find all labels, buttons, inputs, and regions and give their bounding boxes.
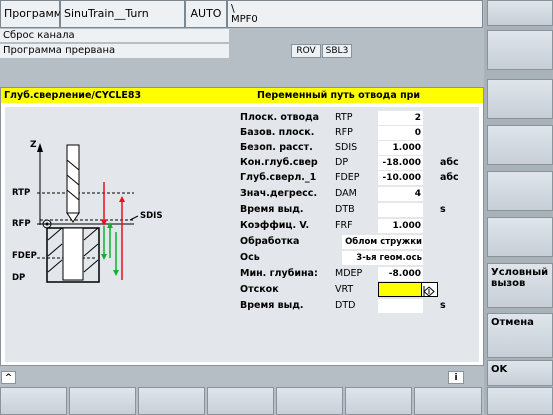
param-abbr: DTB xyxy=(335,204,355,215)
param-abbr: FDEP xyxy=(335,172,360,183)
status-line-2: Программа прервана xyxy=(0,44,229,58)
param-abbr: VRT xyxy=(335,284,354,295)
dam-input[interactable]: 4 xyxy=(378,187,423,201)
program-path: \ MPF0 xyxy=(227,0,483,28)
dtb-input[interactable] xyxy=(378,203,423,217)
frf-input[interactable]: 1.000 xyxy=(378,219,423,233)
param-row-axis: Ось 3-ья геом.ось xyxy=(0,249,482,266)
rtp-input[interactable]: 2 xyxy=(378,111,423,125)
vertical-softkey-6[interactable] xyxy=(487,217,553,257)
param-unit: s xyxy=(440,204,446,215)
vertical-softkey-1[interactable] xyxy=(487,0,553,26)
conditional-call-button[interactable]: Условный вызов xyxy=(487,263,553,308)
param-row-fdep: Глуб.сверл._1 FDEP -10.000 абс xyxy=(0,169,482,186)
param-row-machining: Обработка Облом стружки xyxy=(0,233,482,250)
fdep-input[interactable]: -10.000 xyxy=(378,171,423,185)
param-label: Обработка xyxy=(240,236,300,247)
horizontal-softkey-2[interactable] xyxy=(69,387,136,415)
param-label: Время выд. xyxy=(240,204,304,215)
cancel-button[interactable]: Отмена xyxy=(487,313,553,358)
param-abbr: MDEP xyxy=(335,268,363,279)
axis-select[interactable]: 3-ья геом.ось xyxy=(342,251,423,265)
param-row-dtd: Время выд. DTD s xyxy=(0,297,482,314)
dialog-title-bar: Глуб.сверление/CYCLE83 Переменный путь о… xyxy=(1,88,483,116)
horizontal-softkey-8[interactable] xyxy=(487,387,553,415)
program-mode-label: Программа xyxy=(0,0,69,28)
param-unit: абс xyxy=(440,172,459,183)
param-label: Коэффиц. V. xyxy=(240,220,310,231)
vertical-softkey-2[interactable] xyxy=(487,30,553,70)
vertical-softkey-3[interactable] xyxy=(487,79,553,119)
program-name-field: SinuTrain__Turn xyxy=(60,0,185,28)
param-unit: s xyxy=(440,300,446,311)
mdep-input[interactable]: -8.000 xyxy=(378,267,423,281)
ok-button[interactable]: OK xyxy=(487,360,553,386)
recall-up-button[interactable]: ^ xyxy=(1,371,16,384)
dp-input[interactable]: -18.000 xyxy=(378,156,423,170)
sdis-input[interactable]: 1.000 xyxy=(378,141,423,155)
param-row-vrt: Отскок VRT xyxy=(0,281,482,298)
param-row-dtb: Время выд. DTB s xyxy=(0,201,482,218)
vertical-softkey-5[interactable] xyxy=(487,171,553,211)
sbl-indicator: SBL3 xyxy=(322,44,352,58)
param-abbr: FRF xyxy=(335,220,353,231)
vertical-softkey-4[interactable] xyxy=(487,125,553,165)
param-row-mdep: Мин. глубина: MDEP -8.000 xyxy=(0,265,482,282)
info-icon[interactable]: i xyxy=(448,371,464,384)
horizontal-softkey-6[interactable] xyxy=(345,387,412,415)
rfp-input[interactable]: 0 xyxy=(378,126,423,140)
param-label: Время выд. xyxy=(240,300,304,311)
status-line-1: Сброс канала xyxy=(0,29,229,43)
param-label: Знач.дегресс. xyxy=(240,188,318,199)
param-label: Мин. глубина: xyxy=(240,268,318,279)
vrt-input[interactable] xyxy=(378,282,423,297)
horizontal-softkey-5[interactable] xyxy=(276,387,343,415)
param-abbr: DAM xyxy=(335,188,357,199)
param-label: Отскок xyxy=(240,284,279,295)
dialog-title-left: Глуб.сверление/CYCLE83 xyxy=(4,90,142,101)
dtd-input[interactable] xyxy=(378,299,423,313)
horizontal-softkey-3[interactable] xyxy=(138,387,205,415)
rov-indicator: ROV xyxy=(291,44,321,58)
param-row-dam: Знач.дегресс. DAM 4 xyxy=(0,185,482,202)
param-label: Ось xyxy=(240,252,260,263)
param-label: Глуб.сверл._1 xyxy=(240,172,317,183)
horizontal-softkey-7[interactable] xyxy=(414,387,482,415)
path-name: MPF0 xyxy=(231,14,258,25)
path-slash: \ xyxy=(231,2,235,15)
calculator-icon[interactable] xyxy=(421,282,438,297)
param-row-frf: Коэффиц. V. FRF 1.000 xyxy=(0,217,482,234)
bottom-info-bar: ^ i xyxy=(0,371,484,385)
horizontal-softkey-1[interactable] xyxy=(0,387,67,415)
param-abbr: DTD xyxy=(335,300,356,311)
auto-mode-label: AUTO xyxy=(185,0,227,28)
horizontal-softkey-4[interactable] xyxy=(207,387,274,415)
machining-select[interactable]: Облом стружки xyxy=(342,235,423,249)
